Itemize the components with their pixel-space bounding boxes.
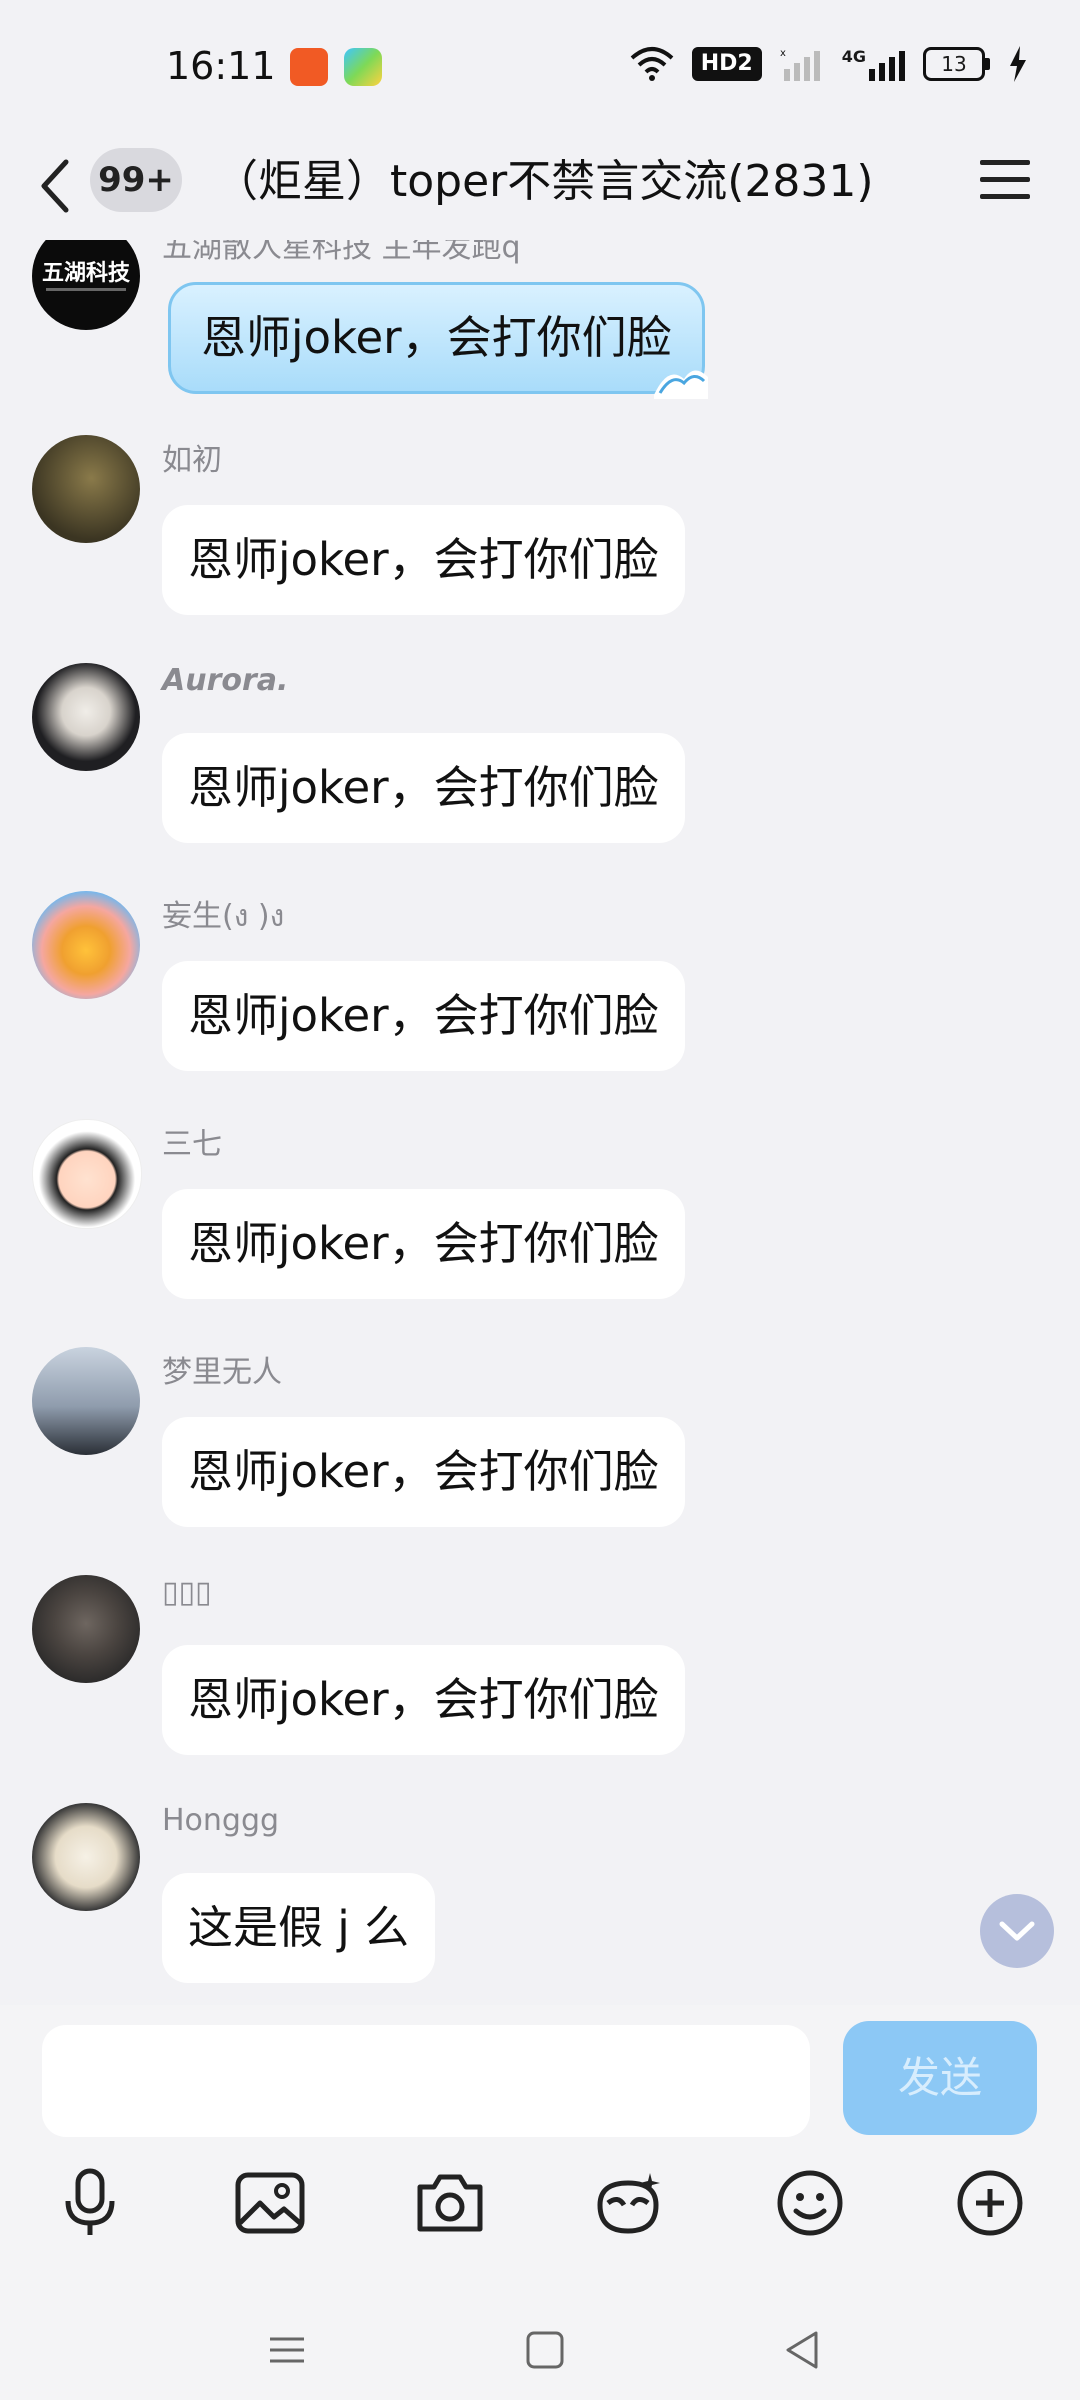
chevron-down-icon (999, 1921, 1035, 1941)
nav-home-icon[interactable] (520, 2325, 570, 2375)
message-bubble[interactable]: 恩师joker，会打你们脸 (162, 1189, 685, 1299)
input-area: 发送 (0, 2005, 1080, 2400)
scroll-to-bottom-button[interactable] (980, 1894, 1054, 1968)
status-time: 16:11 (166, 44, 276, 88)
status-bar: 16:11 HD2 x 4G 13 (0, 0, 1080, 140)
message-text: 恩师joker，会打你们脸 (188, 1673, 659, 1726)
message-bubble[interactable]: 恩师joker，会打你们脸 (162, 505, 685, 615)
sender-name: 妄生(ง )ง (162, 899, 285, 934)
message-bubble[interactable]: 这是假 j 么 (162, 1873, 436, 1983)
emoji-icon[interactable] (772, 2165, 848, 2241)
signal-4g-icon: 4G (842, 47, 905, 81)
signal-empty-icon: x (780, 48, 820, 81)
camera-icon[interactable] (412, 2165, 488, 2241)
battery-level: 13 (923, 47, 985, 81)
message-bubble[interactable]: 恩师joker，会打你们脸 (162, 1645, 685, 1755)
avatar[interactable] (32, 435, 140, 543)
nav-back-icon[interactable] (778, 2325, 828, 2375)
network-type: 4G (841, 47, 866, 66)
message-bubble[interactable]: 恩师joker，会打你们脸 (162, 961, 685, 1071)
battery-icon: 13 (923, 47, 990, 81)
plus-icon[interactable] (952, 2165, 1028, 2241)
avatar[interactable] (32, 1347, 140, 1455)
sender-name: 五湖散人星科技 主年发跑q (162, 240, 521, 265)
message-bubble[interactable]: 恩师joker，会打你们脸 (162, 733, 685, 843)
message-text: 这是假 j 么 (188, 1901, 410, 1954)
menu-icon[interactable] (978, 156, 1032, 204)
message-list[interactable]: 五湖科技 五湖散人星科技 主年发跑q 恩师joker，会打你们脸 如初 恩师jo… (0, 240, 1080, 2005)
message-bubble[interactable]: 恩师joker，会打你们脸 (168, 282, 708, 399)
nav-menu-icon[interactable] (262, 2325, 312, 2375)
message-text: 恩师joker，会打你们脸 (188, 761, 659, 814)
avatar[interactable] (32, 891, 140, 999)
charging-icon (1010, 46, 1026, 82)
avatar[interactable] (32, 1575, 140, 1683)
avatar[interactable] (32, 1119, 142, 1229)
send-button[interactable]: 发送 (843, 2021, 1037, 2135)
sender-name: Aurora. (162, 663, 289, 698)
securities-app-notification-icon (290, 48, 328, 86)
sender-name: ▯▯▯ (162, 1575, 212, 1610)
avatar[interactable] (32, 1803, 140, 1911)
image-icon[interactable] (232, 2165, 308, 2241)
sender-name: 梦里无人 (162, 1355, 282, 1390)
wave-decoration-icon (653, 370, 708, 399)
video-app-notification-icon (344, 48, 382, 86)
input-toolbar (0, 2165, 1080, 2245)
sender-name: Honggg (162, 1803, 280, 1838)
message-text: 恩师joker，会打你们脸 (188, 1217, 659, 1270)
message-text: 恩师joker，会打你们脸 (188, 1445, 659, 1498)
sender-name: 三七 (162, 1127, 222, 1162)
sender-name: 如初 (162, 443, 222, 478)
message-text: 恩师joker，会打你们脸 (188, 533, 659, 586)
unread-count-badge[interactable]: 99+ (90, 148, 182, 212)
mic-icon[interactable] (52, 2165, 128, 2241)
message-text: 恩师joker，会打你们脸 (188, 989, 659, 1042)
avatar[interactable]: 五湖科技 (32, 240, 140, 330)
chat-title[interactable]: （炬星）toper不禁言交流(2831) (214, 150, 874, 214)
wifi-icon (630, 47, 674, 81)
system-nav-bar (0, 2295, 1080, 2395)
message-bubble[interactable]: 恩师joker，会打你们脸 (162, 1417, 685, 1527)
message-text: 恩师joker，会打你们脸 (201, 311, 672, 364)
hd-voice-icon: HD2 (691, 47, 762, 81)
status-indicators: HD2 x 4G 13 (630, 46, 1028, 82)
avatar[interactable] (32, 663, 140, 771)
chat-header: 99+ （炬星）toper不禁言交流(2831) (0, 140, 1080, 240)
back-icon[interactable] (32, 154, 82, 218)
mask-icon[interactable] (590, 2165, 666, 2241)
avatar-text: 五湖科技 (42, 261, 131, 286)
message-input[interactable] (42, 2025, 810, 2137)
svg-text:x: x (780, 48, 786, 59)
